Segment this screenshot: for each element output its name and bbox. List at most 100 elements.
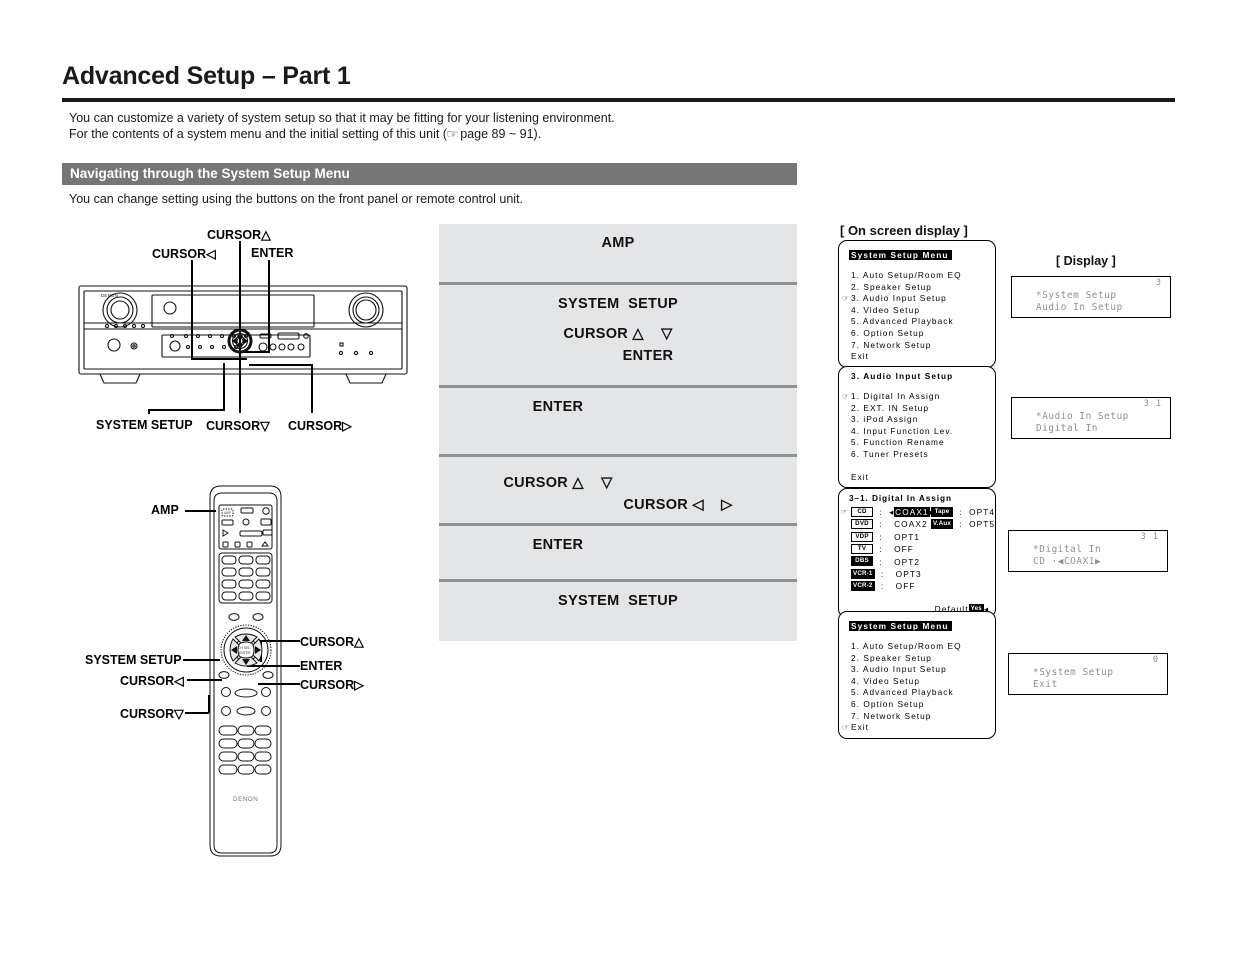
dia-row-cd[interactable]: ☞ CD : ◂COAX1▸ Tape : OPT4: [839, 506, 995, 518]
osd-row-label: 3. iPod Assign: [851, 414, 919, 425]
osd-row-exit-selected[interactable]: ☞ Exit: [839, 722, 995, 734]
osd-row[interactable]: 7. Network Setup: [839, 711, 995, 723]
display-line-1: *Digital In: [1033, 544, 1102, 555]
source-tag-vaux[interactable]: V.Aux: [931, 519, 953, 530]
fp-label-cursor-up: CURSOR△: [207, 228, 271, 242]
dia-row-tv[interactable]: TV : OFF: [839, 543, 995, 555]
step-1: AMP: [439, 224, 797, 282]
source-tag-vdp[interactable]: VDP: [851, 531, 873, 542]
osd-row[interactable]: 6. Option Setup: [839, 699, 995, 711]
rc-label-cursor-left: CURSOR◁: [120, 674, 184, 688]
source-value-vdp[interactable]: OPT1: [894, 532, 920, 542]
osd-row-exit[interactable]: Exit: [839, 472, 995, 484]
display-line-2: CD ·◀COAX1▶: [1033, 556, 1102, 567]
osd-row[interactable]: 4. Video Setup: [839, 676, 995, 688]
source-tag-tv[interactable]: TV: [851, 544, 873, 555]
section-heading: Navigating through the System Setup Menu: [62, 163, 797, 185]
source-tag-dvd[interactable]: DVD: [851, 519, 873, 530]
osd-row[interactable]: 1. Auto Setup/Room EQ: [839, 641, 995, 653]
osd-title: 3–1. Digital In Assign: [849, 493, 952, 503]
rc-label-cursor-up: CURSOR△: [300, 635, 364, 649]
source-tag-cd[interactable]: CD: [851, 506, 873, 517]
source-tag-vcr2[interactable]: VCR-2: [851, 581, 875, 592]
display-step-number: 0: [1152, 655, 1159, 665]
osd-row[interactable]: 3. iPod Assign: [839, 414, 995, 426]
display-line-2: Digital In: [1036, 423, 1098, 434]
osd-row[interactable]: 4. Input Function Lev.: [839, 426, 995, 438]
source-value-cd[interactable]: COAX1: [894, 507, 930, 517]
osd-row-label: 1. Digital In Assign: [851, 391, 941, 401]
osd-row[interactable]: 1. Auto Setup/Room EQ: [839, 270, 995, 282]
osd-row[interactable]: 2. Speaker Setup: [839, 282, 995, 294]
osd-row-label: 2. Speaker Setup: [851, 652, 932, 663]
source-value-dbs[interactable]: OPT2: [894, 557, 920, 567]
osd-row-label: 7. Network Setup: [851, 710, 932, 721]
step-1-line-1: AMP: [601, 235, 635, 251]
step-4-line-1: CURSOR △ ▽: [503, 475, 613, 491]
rc-label-amp: AMP: [151, 503, 179, 517]
osd-row[interactable]: 2. EXT. IN Setup: [839, 403, 995, 415]
osd-row-label: 4. Video Setup: [851, 675, 920, 686]
remote-svg: DENON AMP CH SEL ENTER: [209, 485, 282, 857]
dia-col2-vaux[interactable]: V.Aux : OPT5: [931, 518, 995, 530]
osd-row-label: 6. Tuner Presets: [851, 448, 929, 459]
dia-row-vcr2[interactable]: VCR-2 : OFF: [839, 580, 995, 592]
pointing-hand-icon: ☞: [446, 127, 458, 141]
osd-title: System Setup Menu: [849, 621, 952, 631]
leader-system-setup-h: [148, 409, 225, 411]
colon: :: [876, 507, 886, 517]
osd-row-selected[interactable]: ☞ 3. Audio Input Setup: [839, 293, 995, 305]
display-system-setup-exit: 0 *System Setup Exit: [1008, 653, 1168, 695]
colon: :: [876, 519, 886, 530]
step-6: SYSTEM SETUP: [439, 579, 797, 641]
dia-row-vcr1[interactable]: VCR-1 : OPT3: [839, 568, 995, 580]
osd-row[interactable]: 7. Network Setup: [839, 340, 995, 352]
dia-col2-tape[interactable]: Tape : OPT4: [931, 506, 995, 518]
svg-text:ENTER: ENTER: [239, 651, 251, 655]
osd-digital-in-assign: 3–1. Digital In Assign ☞ CD : ◂COAX1▸ Ta…: [838, 488, 996, 619]
rc-label-enter: ENTER: [300, 659, 343, 673]
osd-row[interactable]: 6. Option Setup: [839, 328, 995, 340]
pointer-icon: ☞: [842, 723, 850, 733]
source-tag-tape[interactable]: Tape: [931, 506, 953, 517]
display-audio-in-digital-in: 3 1 *Audio In Setup Digital In: [1011, 397, 1171, 439]
front-panel-svg: DENON: [78, 285, 408, 384]
osd-row-label: 1. Auto Setup/Room EQ: [851, 641, 962, 651]
source-value-vcr1[interactable]: OPT3: [896, 569, 922, 579]
osd-row-blank: [839, 461, 995, 472]
osd-row[interactable]: 5. Advanced Playback: [839, 687, 995, 699]
source-value-vcr2[interactable]: OFF: [896, 581, 916, 591]
osd-row-label: 5. Advanced Playback: [851, 316, 954, 327]
source-value-tv[interactable]: OFF: [894, 544, 914, 554]
section-subnote: You can change setting using the buttons…: [69, 192, 524, 206]
osd-row[interactable]: 2. Speaker Setup: [839, 653, 995, 665]
osd-spacer: [839, 263, 995, 270]
osd-row[interactable]: 3. Audio Input Setup: [839, 664, 995, 676]
osd-row[interactable]: 6. Tuner Presets: [839, 449, 995, 461]
remote-brand: DENON: [233, 796, 258, 803]
source-value-dvd[interactable]: COAX2: [894, 519, 928, 529]
intro-line-1: You can customize a variety of system se…: [69, 111, 615, 125]
osd-row-exit[interactable]: Exit: [839, 351, 995, 363]
osd-row-label: Exit: [851, 351, 870, 362]
dia-row-dbs[interactable]: DBS : OPT2: [839, 556, 995, 568]
source-value-tape[interactable]: OPT4: [969, 507, 995, 517]
osd-title: 3. Audio Input Setup: [851, 371, 954, 381]
step-6-line-1: SYSTEM SETUP: [558, 593, 678, 609]
title-divider: [62, 98, 1175, 102]
osd-row[interactable]: 5. Function Rename: [839, 437, 995, 449]
source-value-vaux[interactable]: OPT5: [969, 519, 995, 529]
dia-row-vdp[interactable]: VDP : OPT1: [839, 531, 995, 543]
intro-line-2-b: page 89 ~ 91).: [456, 127, 542, 141]
colon: :: [876, 544, 886, 555]
osd-row[interactable]: 5. Advanced Playback: [839, 316, 995, 328]
osd-row-selected[interactable]: ☞ 1. Digital In Assign: [839, 391, 995, 403]
fp-label-enter: ENTER: [251, 246, 294, 260]
osd-audio-input-setup: 3. Audio Input Setup ☞ 1. Digital In Assi…: [838, 366, 996, 489]
svg-text:DENON: DENON: [101, 293, 118, 298]
osd-row[interactable]: 4. Video Setup: [839, 305, 995, 317]
dia-row-dvd[interactable]: DVD : COAX2 V.Aux : OPT5: [839, 518, 995, 530]
source-tag-vcr1[interactable]: VCR-1: [851, 568, 875, 579]
source-tag-dbs[interactable]: DBS: [851, 556, 873, 567]
colon: :: [877, 569, 888, 580]
